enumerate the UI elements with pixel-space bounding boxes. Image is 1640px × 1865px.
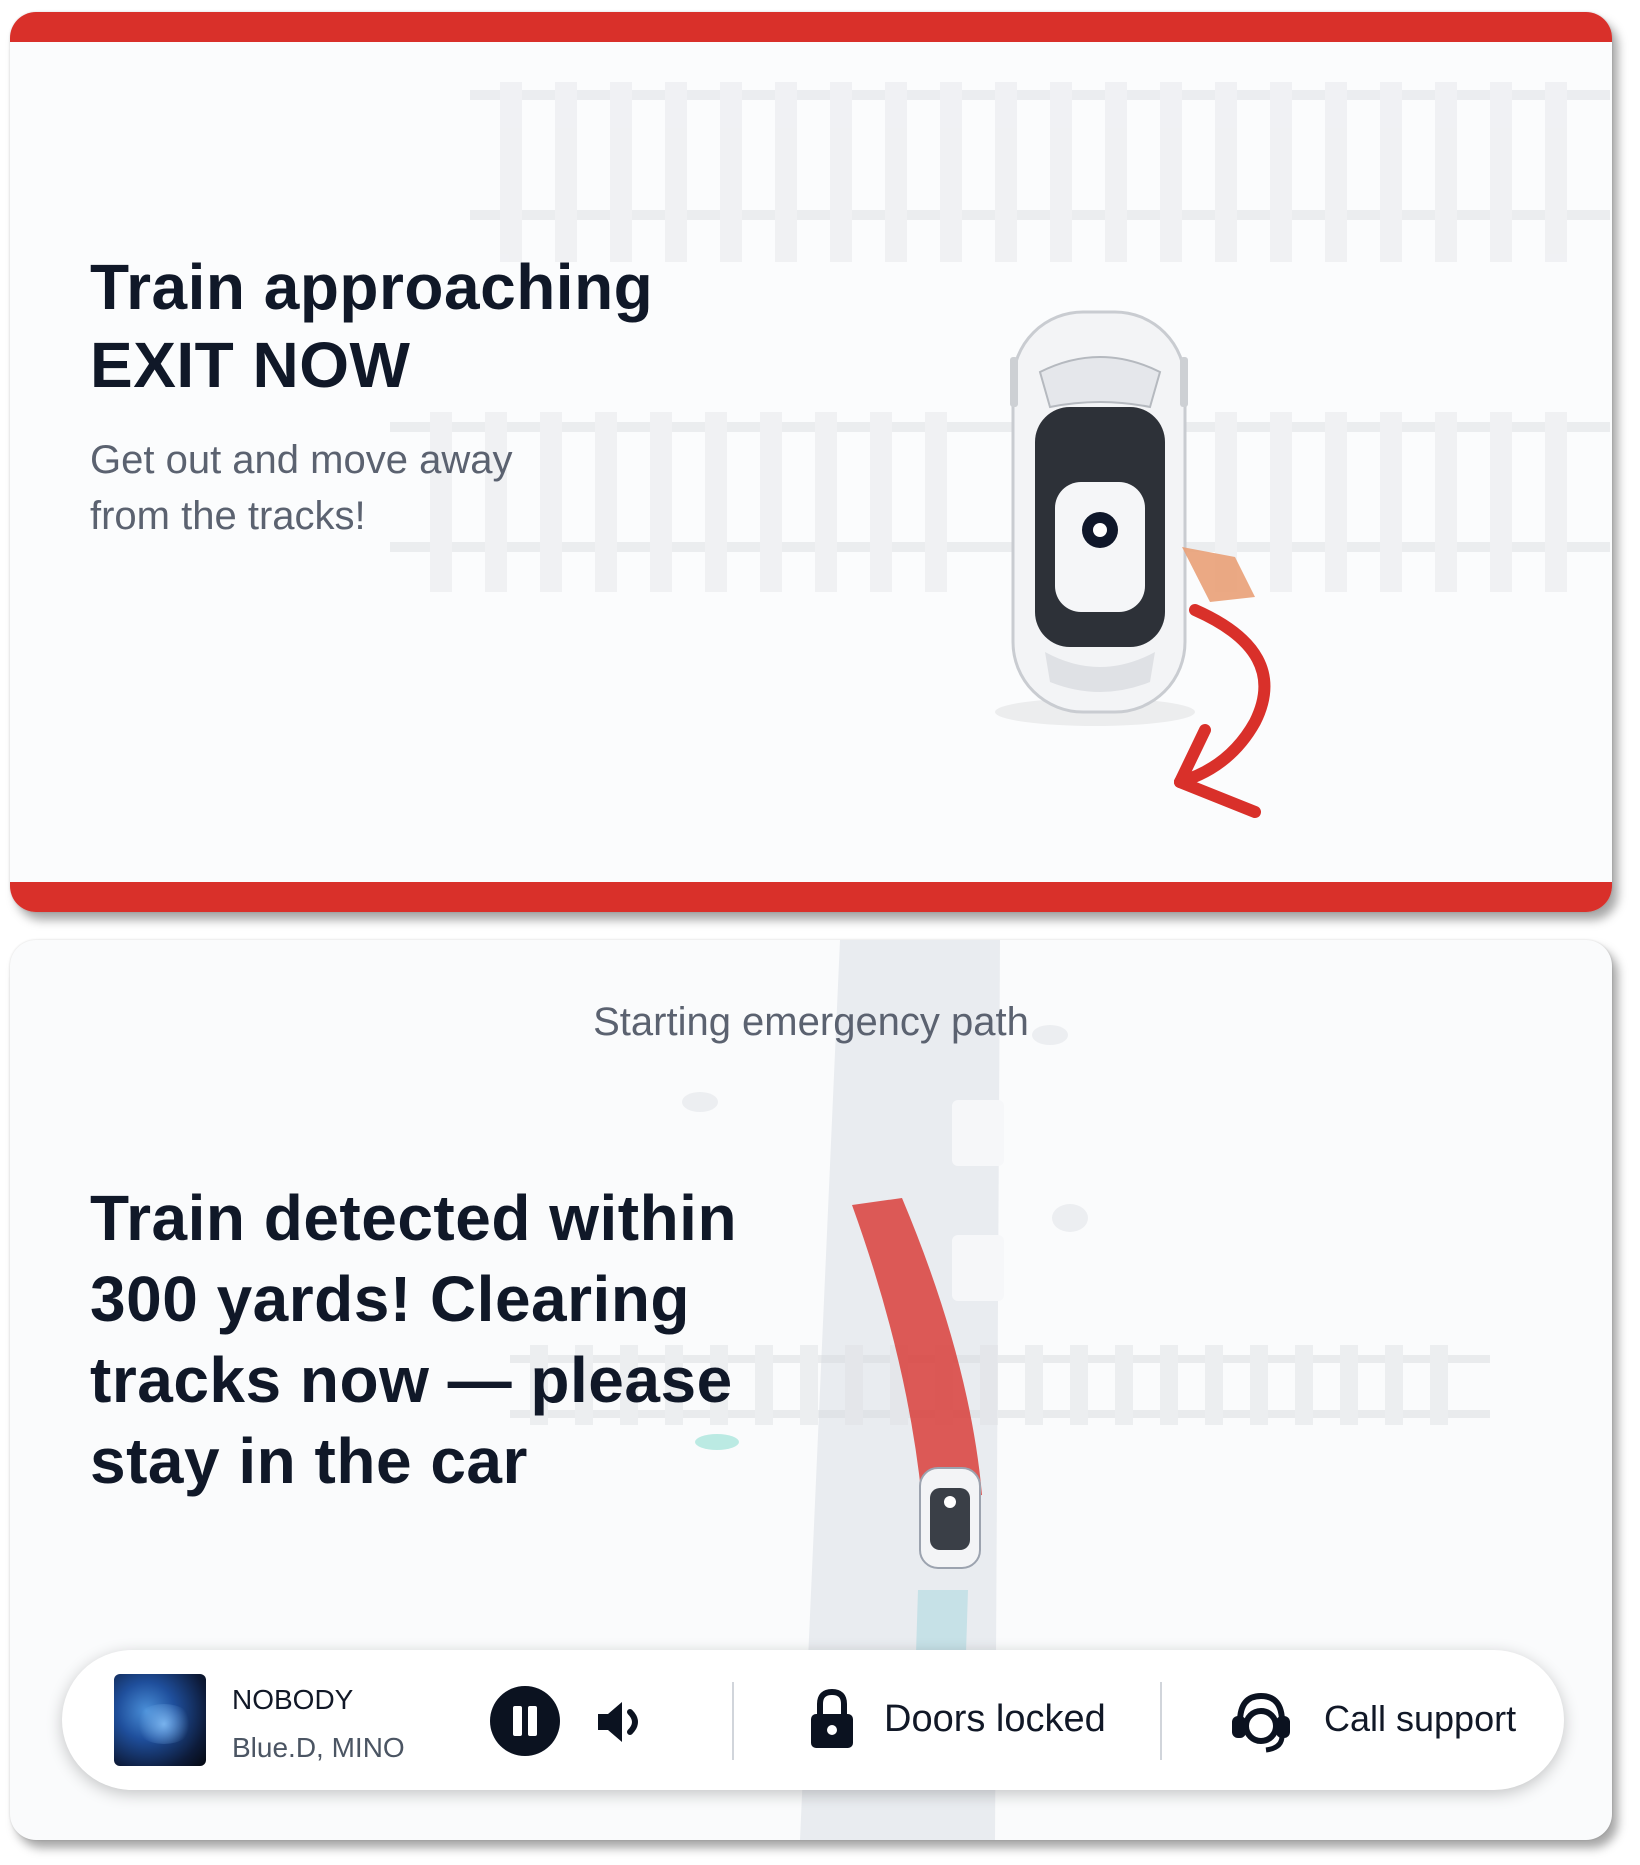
pause-icon-bar-left <box>513 1706 522 1736</box>
alert-title-line1: Train approaching <box>90 251 654 323</box>
speaker-icon[interactable] <box>590 1692 650 1752</box>
alert-subtitle: Get out and move away from the tracks! <box>90 432 512 544</box>
pause-button[interactable] <box>490 1686 560 1756</box>
divider <box>732 1682 734 1760</box>
track-title[interactable]: NOBODY <box>232 1684 353 1716</box>
alert-subtitle-line1: Get out and move away <box>90 438 513 482</box>
ego-car <box>919 1467 981 1569</box>
divider <box>1160 1682 1162 1760</box>
lock-icon <box>811 1688 853 1748</box>
pause-icon-bar-right <box>528 1706 537 1736</box>
path-status-caption: Starting emergency path <box>593 1000 1029 1044</box>
album-art[interactable] <box>114 1674 206 1766</box>
doors-locked-label[interactable]: Doors locked <box>884 1698 1106 1741</box>
exit-alert-card: Train approaching EXIT NOW Get out and m… <box>10 12 1612 912</box>
track-artist[interactable]: Blue.D, MINO <box>232 1732 405 1764</box>
alert-bottom-bar <box>10 882 1612 912</box>
headset-icon[interactable] <box>1226 1688 1296 1754</box>
control-bar: NOBODY Blue.D, MINO Doors locked Call su… <box>62 1650 1564 1790</box>
emergency-path-card: Starting emergency path Train detected w… <box>10 940 1612 1840</box>
call-support-button[interactable]: Call support <box>1324 1698 1516 1740</box>
train-detected-message: Train detected within 300 yards! Clearin… <box>90 1182 738 1497</box>
alert-title: Train approaching EXIT NOW <box>90 248 653 404</box>
alert-subtitle-line2: from the tracks! <box>90 494 366 538</box>
alert-title-line2: EXIT NOW <box>90 329 411 401</box>
